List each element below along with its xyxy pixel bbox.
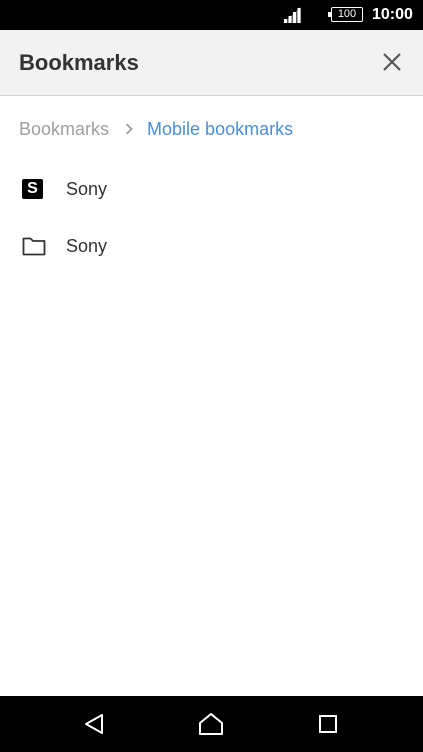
home-icon: [199, 713, 223, 735]
chevron-right-icon: [125, 123, 133, 135]
status-time: 10:00: [372, 6, 413, 23]
breadcrumb: Bookmarks Mobile bookmarks: [19, 118, 293, 140]
sony-favicon-icon: S: [22, 179, 44, 199]
app-bar: Bookmarks: [0, 30, 423, 96]
favicon-letter: S: [22, 179, 43, 199]
navigation-bar: [0, 696, 423, 752]
close-icon: [383, 53, 401, 71]
close-button[interactable]: [376, 46, 408, 78]
recents-icon: [319, 715, 337, 733]
battery-level: 100: [337, 8, 357, 20]
back-icon: [85, 714, 103, 734]
folder-icon: [22, 236, 46, 256]
breadcrumb-current[interactable]: Mobile bookmarks: [147, 119, 293, 140]
screen: 100 10:00 Bookmarks Bookmarks Mobile boo…: [0, 0, 423, 752]
list-item-label: Sony: [66, 236, 108, 256]
signal-icon: [283, 7, 301, 23]
page-title: Bookmarks: [19, 50, 139, 75]
breadcrumb-root[interactable]: Bookmarks: [19, 119, 109, 140]
recents-button[interactable]: [311, 708, 345, 740]
list-item-folder-sony[interactable]: Sony: [0, 218, 423, 275]
battery-icon: 100: [328, 7, 363, 22]
list-item-label: Sony: [66, 179, 108, 199]
bookmark-list: S Sony Sony: [0, 161, 423, 275]
status-bar: 100 10:00: [0, 0, 423, 30]
list-item-bookmark-sony[interactable]: S Sony: [0, 161, 423, 218]
home-button[interactable]: [194, 708, 228, 740]
back-button[interactable]: [77, 708, 111, 740]
